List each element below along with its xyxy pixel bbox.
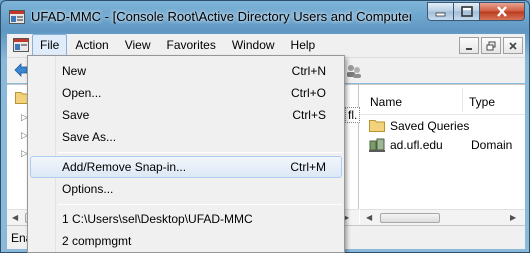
menu-item-options[interactable]: Options... (30, 178, 342, 200)
menu-item-recent-1[interactable]: 1 C:\Users\sel\Desktop\UFAD-MMC (30, 208, 342, 230)
menu-item-label: Save As... (62, 130, 117, 144)
menu-item-shortcut: Ctrl+S (292, 108, 326, 122)
child-minimize-button[interactable] (459, 37, 479, 54)
title-bar[interactable]: UFAD-MMC - [Console Root\Active Director… (1, 1, 530, 31)
minimize-icon (435, 12, 446, 17)
menu-file[interactable]: File (32, 34, 68, 57)
menu-view[interactable]: View (117, 34, 159, 57)
menu-item-open[interactable]: Open... Ctrl+O (30, 82, 342, 104)
column-header-type[interactable]: Type (469, 95, 495, 109)
list-item[interactable]: ad.ufl.edu Domain (364, 136, 524, 154)
list-header: Name Type (360, 85, 525, 115)
menu-action[interactable]: Action (67, 34, 116, 57)
close-icon (509, 41, 517, 50)
mmc-app-icon[interactable] (9, 10, 25, 24)
menu-help[interactable]: Help (283, 34, 324, 57)
child-restore-button[interactable] (481, 37, 501, 54)
menu-separator (58, 204, 342, 205)
maximize-icon (460, 6, 473, 17)
file-menu-dropdown: New Ctrl+N Open... Ctrl+O Save Ctrl+S Sa… (27, 55, 345, 253)
menu-item-shortcut: Ctrl+O (290, 86, 326, 100)
close-button[interactable] (480, 2, 525, 21)
folder-icon (369, 119, 385, 135)
list-horizontal-scrollbar[interactable]: ◀ ▶ (360, 209, 525, 226)
menu-window[interactable]: Window (224, 34, 283, 57)
list-item[interactable]: Saved Queries (364, 117, 524, 135)
menu-item-label: Open... (62, 86, 102, 100)
menu-favorites[interactable]: Favorites (159, 34, 224, 57)
window-caption-buttons (427, 2, 525, 21)
list-item-name: Saved Queries (390, 119, 470, 133)
menu-item-shortcut: Ctrl+N (291, 64, 326, 78)
close-icon (497, 6, 507, 17)
menu-item-new[interactable]: New Ctrl+N (30, 60, 342, 82)
restore-icon (486, 41, 496, 50)
menu-item-add-remove-snap-in[interactable]: Add/Remove Snap-in... Ctrl+M (30, 156, 342, 178)
list-item-type: Domain (471, 138, 513, 152)
users-group-icon[interactable] (345, 63, 363, 82)
column-header-name[interactable]: Name (370, 95, 402, 109)
menu-item-label: Save (62, 108, 90, 122)
scroll-right-icon[interactable]: ▶ (510, 213, 516, 222)
child-window-buttons (459, 37, 523, 54)
menu-item-recent-2[interactable]: 2 compmgmt (30, 230, 342, 252)
menu-item-save-as[interactable]: Save As... (30, 126, 342, 148)
child-close-button[interactable] (503, 37, 523, 54)
menu-item-save[interactable]: Save Ctrl+S (30, 104, 342, 126)
window-title: UFAD-MMC - [Console Root\Active Director… (31, 9, 411, 24)
scroll-left-icon[interactable]: ◀ (366, 213, 372, 222)
domain-icon (369, 138, 385, 155)
menu-item-label: Options... (62, 182, 114, 196)
minimize-icon (466, 47, 472, 50)
list-item-name: ad.ufl.edu (390, 138, 443, 152)
column-divider[interactable] (462, 88, 463, 112)
scrollbar-thumb[interactable] (380, 213, 440, 223)
menu-item-label: Add/Remove Snap-in... (62, 160, 187, 174)
system-menu-icon[interactable] (13, 38, 29, 52)
scroll-left-icon[interactable]: ◀ (12, 213, 18, 222)
menu-separator (58, 152, 342, 153)
results-list-pane[interactable]: Name Type Saved Queries ad.ufl.edu Domai… (360, 85, 525, 226)
maximize-button[interactable] (454, 2, 480, 21)
tree-node-label[interactable]: fl. (345, 107, 361, 123)
menu-item-label: 2 compmgmt (62, 234, 132, 248)
menu-item-label: New (62, 64, 87, 78)
minimize-button[interactable] (427, 2, 454, 21)
menu-bar: File Action View Favorites Window Help (7, 34, 525, 57)
menu-item-label: 1 C:\Users\sel\Desktop\UFAD-MMC (62, 212, 253, 226)
menu-items: File Action View Favorites Window Help (32, 34, 323, 57)
menu-item-shortcut: Ctrl+M (290, 160, 326, 174)
